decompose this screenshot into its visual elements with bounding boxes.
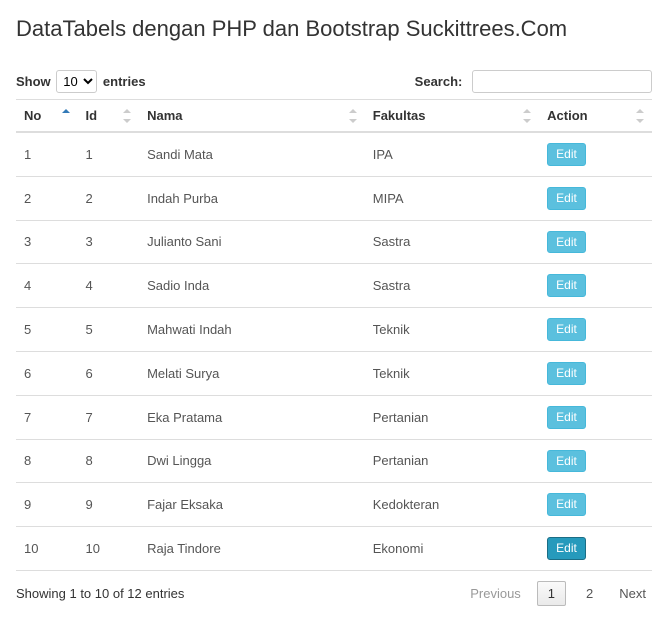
cell-nama: Sandi Mata bbox=[139, 132, 365, 176]
length-prefix: Show bbox=[16, 74, 51, 89]
table-row: 55Mahwati IndahTeknikEdit bbox=[16, 308, 652, 352]
col-header-nama[interactable]: Nama bbox=[139, 100, 365, 133]
cell-no: 8 bbox=[16, 439, 78, 483]
cell-no: 6 bbox=[16, 351, 78, 395]
col-header-fakultas[interactable]: Fakultas bbox=[365, 100, 539, 133]
table-row: 22Indah PurbaMIPAEdit bbox=[16, 176, 652, 220]
cell-action: Edit bbox=[539, 264, 652, 308]
table-row: 11Sandi MataIPAEdit bbox=[16, 132, 652, 176]
cell-nama: Dwi Lingga bbox=[139, 439, 365, 483]
table-info: Showing 1 to 10 of 12 entries bbox=[16, 586, 184, 601]
length-menu-label: Show 10 entries bbox=[16, 74, 146, 89]
cell-nama: Melati Surya bbox=[139, 351, 365, 395]
page-2[interactable]: 2 bbox=[576, 582, 603, 605]
edit-button[interactable]: Edit bbox=[547, 537, 586, 560]
cell-nama: Sadio Inda bbox=[139, 264, 365, 308]
cell-no: 1 bbox=[16, 132, 78, 176]
cell-nama: Fajar Eksaka bbox=[139, 483, 365, 527]
table-row: 1010Raja TindoreEkonomiEdit bbox=[16, 527, 652, 571]
search-label: Search: bbox=[415, 74, 463, 89]
page-next[interactable]: Next bbox=[613, 582, 652, 605]
col-header-action[interactable]: Action bbox=[539, 100, 652, 133]
cell-fakultas: Kedokteran bbox=[365, 483, 539, 527]
cell-id: 8 bbox=[78, 439, 140, 483]
cell-id: 6 bbox=[78, 351, 140, 395]
cell-id: 7 bbox=[78, 395, 140, 439]
length-select[interactable]: 10 bbox=[56, 70, 97, 93]
data-table: No Id Nama Fakultas Action 11Sandi MataI… bbox=[16, 99, 652, 571]
cell-action: Edit bbox=[539, 395, 652, 439]
sort-both-icon bbox=[123, 109, 133, 123]
cell-action: Edit bbox=[539, 132, 652, 176]
cell-no: 10 bbox=[16, 527, 78, 571]
sort-asc-icon bbox=[62, 109, 72, 123]
cell-fakultas: MIPA bbox=[365, 176, 539, 220]
length-suffix: entries bbox=[103, 74, 146, 89]
table-row: 99Fajar EksakaKedokteranEdit bbox=[16, 483, 652, 527]
cell-action: Edit bbox=[539, 220, 652, 264]
cell-nama: Indah Purba bbox=[139, 176, 365, 220]
edit-button[interactable]: Edit bbox=[547, 450, 586, 473]
cell-fakultas: Sastra bbox=[365, 264, 539, 308]
search-filter: Search: bbox=[415, 70, 652, 93]
col-header-id[interactable]: Id bbox=[78, 100, 140, 133]
edit-button[interactable]: Edit bbox=[547, 318, 586, 341]
cell-action: Edit bbox=[539, 527, 652, 571]
sort-both-icon bbox=[636, 109, 646, 123]
search-label-wrap: Search: bbox=[415, 74, 652, 89]
cell-no: 9 bbox=[16, 483, 78, 527]
cell-action: Edit bbox=[539, 176, 652, 220]
cell-no: 2 bbox=[16, 176, 78, 220]
cell-id: 9 bbox=[78, 483, 140, 527]
col-header-no[interactable]: No bbox=[16, 100, 78, 133]
edit-button[interactable]: Edit bbox=[547, 493, 586, 516]
sort-both-icon bbox=[523, 109, 533, 123]
length-menu: Show 10 entries bbox=[16, 70, 146, 93]
table-row: 77Eka PratamaPertanianEdit bbox=[16, 395, 652, 439]
cell-fakultas: Teknik bbox=[365, 308, 539, 352]
cell-id: 2 bbox=[78, 176, 140, 220]
cell-nama: Julianto Sani bbox=[139, 220, 365, 264]
cell-fakultas: IPA bbox=[365, 132, 539, 176]
edit-button[interactable]: Edit bbox=[547, 143, 586, 166]
page-previous: Previous bbox=[464, 582, 527, 605]
cell-id: 1 bbox=[78, 132, 140, 176]
cell-nama: Eka Pratama bbox=[139, 395, 365, 439]
edit-button[interactable]: Edit bbox=[547, 231, 586, 254]
table-row: 33Julianto SaniSastraEdit bbox=[16, 220, 652, 264]
cell-id: 4 bbox=[78, 264, 140, 308]
cell-no: 7 bbox=[16, 395, 78, 439]
search-input[interactable] bbox=[472, 70, 652, 93]
cell-action: Edit bbox=[539, 439, 652, 483]
cell-fakultas: Pertanian bbox=[365, 439, 539, 483]
cell-no: 5 bbox=[16, 308, 78, 352]
cell-action: Edit bbox=[539, 351, 652, 395]
cell-action: Edit bbox=[539, 483, 652, 527]
cell-no: 3 bbox=[16, 220, 78, 264]
page-1[interactable]: 1 bbox=[537, 581, 566, 606]
cell-id: 10 bbox=[78, 527, 140, 571]
cell-nama: Mahwati Indah bbox=[139, 308, 365, 352]
cell-fakultas: Ekonomi bbox=[365, 527, 539, 571]
cell-no: 4 bbox=[16, 264, 78, 308]
table-row: 66Melati SuryaTeknikEdit bbox=[16, 351, 652, 395]
edit-button[interactable]: Edit bbox=[547, 362, 586, 385]
edit-button[interactable]: Edit bbox=[547, 187, 586, 210]
cell-id: 5 bbox=[78, 308, 140, 352]
page-title: DataTabels dengan PHP dan Bootstrap Suck… bbox=[16, 16, 652, 42]
cell-fakultas: Teknik bbox=[365, 351, 539, 395]
cell-nama: Raja Tindore bbox=[139, 527, 365, 571]
table-row: 88Dwi LinggaPertanianEdit bbox=[16, 439, 652, 483]
cell-action: Edit bbox=[539, 308, 652, 352]
table-row: 44Sadio IndaSastraEdit bbox=[16, 264, 652, 308]
cell-id: 3 bbox=[78, 220, 140, 264]
cell-fakultas: Sastra bbox=[365, 220, 539, 264]
sort-both-icon bbox=[349, 109, 359, 123]
edit-button[interactable]: Edit bbox=[547, 406, 586, 429]
edit-button[interactable]: Edit bbox=[547, 274, 586, 297]
cell-fakultas: Pertanian bbox=[365, 395, 539, 439]
pagination: Previous 12 Next bbox=[464, 581, 652, 606]
